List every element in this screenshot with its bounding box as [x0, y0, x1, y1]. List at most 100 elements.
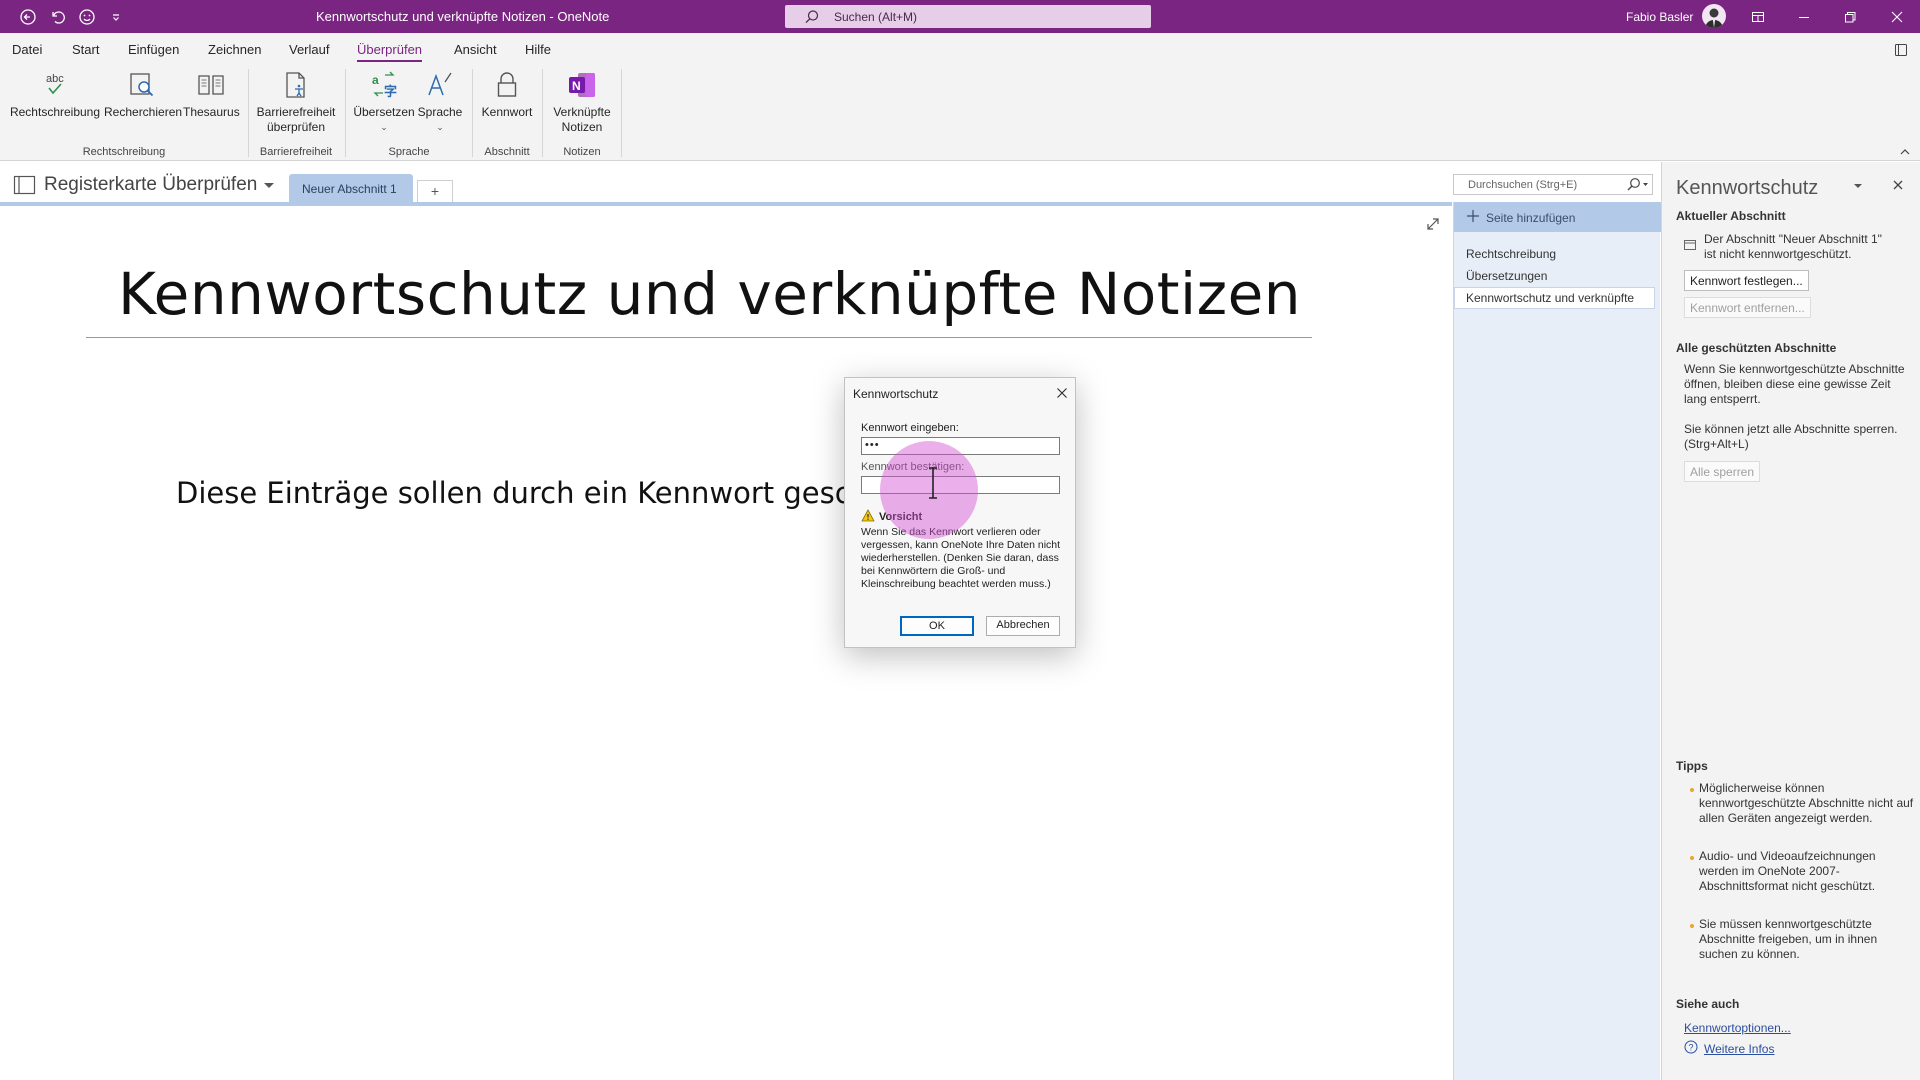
avatar[interactable]: [1702, 4, 1726, 28]
spelling-icon: abc: [39, 69, 71, 101]
page-search-input[interactable]: Durchsuchen (Strg+E): [1453, 174, 1653, 195]
linked-notes-button[interactable]: N Verknüpfte Notizen: [546, 69, 618, 135]
spelling-label: Rechtschreibung: [9, 105, 101, 119]
page-item[interactable]: Übersetzungen: [1466, 269, 1547, 283]
undo-icon[interactable]: [47, 7, 67, 27]
close-icon[interactable]: [1892, 179, 1904, 191]
group-label-section: Abschnitt: [484, 146, 530, 158]
thesaurus-label: Thesaurus: [183, 105, 240, 119]
linked-notes-label-2: Notizen: [561, 120, 603, 134]
add-page-button[interactable]: Seite hinzufügen: [1454, 202, 1661, 232]
search-placeholder: Suchen (Alt+M): [834, 10, 918, 24]
ribbon-display-options-icon[interactable]: [1750, 9, 1766, 25]
page-title[interactable]: Kennwortschutz und verknüpfte Notizen: [118, 260, 1301, 328]
tab-zeichnen[interactable]: Zeichnen: [208, 42, 261, 57]
customize-quick-access-icon[interactable]: [106, 7, 126, 27]
lock-icon: [491, 69, 523, 101]
password-options-link[interactable]: Kennwortoptionen...: [1684, 1021, 1791, 1035]
close-icon[interactable]: [1056, 387, 1068, 399]
search-icon[interactable]: [1626, 177, 1650, 193]
tips-heading: Tipps: [1676, 759, 1708, 773]
remove-password-button[interactable]: Kennwort entfernen...: [1684, 297, 1811, 318]
tab-ueberpruefen[interactable]: Überprüfen: [357, 42, 423, 62]
svg-text:a: a: [372, 73, 379, 87]
accessibility-label-2: überprüfen: [266, 120, 326, 134]
bullet-icon: [1690, 788, 1694, 792]
feedback-smiley-icon[interactable]: [77, 7, 97, 27]
cancel-button[interactable]: Abbrechen: [986, 616, 1060, 636]
more-info-link[interactable]: Weitere Infos: [1704, 1042, 1774, 1056]
window-title: Kennwortschutz und verknüpfte Notizen - …: [316, 9, 610, 24]
language-button[interactable]: Sprache ⌄: [414, 69, 466, 135]
task-pane-options-icon[interactable]: [1853, 182, 1863, 190]
language-label: Sprache: [417, 105, 463, 119]
plus-icon: [1466, 209, 1480, 223]
onenote-icon: N: [566, 69, 598, 101]
minimize-icon[interactable]: [1796, 9, 1812, 25]
page-list: Seite hinzufügen Rechtschreibung Überset…: [1453, 202, 1661, 1080]
tab-datei[interactable]: Datei: [12, 42, 42, 57]
all-protected-text: Wenn Sie kennwortgeschützte Abschnitte ö…: [1684, 362, 1905, 406]
translate-dropdown-icon: ⌄: [380, 122, 388, 132]
tab-hilfe[interactable]: Hilfe: [525, 42, 551, 57]
group-label-spelling: Rechtschreibung: [82, 146, 166, 158]
page-search-placeholder: Durchsuchen (Strg+E): [1468, 179, 1578, 191]
title-divider: [86, 337, 1312, 338]
note-body-text[interactable]: Diese Einträge sollen durch ein Kennwort…: [176, 476, 851, 510]
notebook-icon[interactable]: [13, 175, 37, 195]
restore-icon[interactable]: [1842, 9, 1858, 25]
ribbon: abc Rechtschreibung Recherchieren Thesau…: [0, 63, 1920, 161]
svg-text:abc: abc: [46, 73, 64, 85]
thesaurus-icon: [195, 69, 227, 101]
tab-verlauf[interactable]: Verlauf: [289, 42, 329, 57]
add-section-button[interactable]: +: [417, 180, 453, 202]
thesaurus-button[interactable]: Thesaurus: [183, 69, 240, 120]
all-protected-heading: Alle geschützten Abschnitte: [1676, 341, 1837, 355]
accessibility-label-1: Barrierefreiheit: [256, 105, 336, 119]
notebook-name[interactable]: Registerkarte Überprüfen: [44, 174, 257, 196]
lock-all-text: Sie können jetzt alle Abschnitte sperren…: [1684, 422, 1898, 451]
user-name[interactable]: Fabio Basler: [1626, 10, 1693, 24]
translate-icon: a字: [368, 69, 400, 101]
spelling-button[interactable]: abc Rechtschreibung: [9, 69, 101, 120]
page-item-active[interactable]: Kennwortschutz und verknüpfte: [1466, 291, 1634, 305]
linked-notes-label-1: Verknüpfte: [553, 105, 611, 119]
research-button[interactable]: Recherchieren: [104, 69, 182, 120]
search-icon: [804, 9, 820, 25]
section-tab[interactable]: Neuer Abschnitt 1: [289, 174, 413, 202]
see-also-heading: Siehe auch: [1676, 997, 1740, 1011]
tab-einfuegen[interactable]: Einfügen: [128, 42, 179, 57]
section-color-bar: [0, 202, 1452, 206]
group-separator: [472, 69, 473, 157]
back-icon[interactable]: [18, 7, 38, 27]
notebook-pane-icon[interactable]: [1893, 42, 1909, 58]
collapse-ribbon-icon[interactable]: [1899, 147, 1911, 157]
notebook-dropdown-icon[interactable]: [263, 182, 275, 190]
task-pane-title: Kennwortschutz: [1676, 177, 1819, 199]
password-button[interactable]: Kennwort: [477, 69, 537, 120]
section-tab-label: Neuer Abschnitt 1: [302, 182, 397, 196]
ok-button[interactable]: OK: [900, 616, 974, 636]
tab-start[interactable]: Start: [72, 42, 99, 57]
enter-password-label: Kennwort eingeben:: [861, 422, 959, 434]
group-separator: [248, 69, 249, 157]
group-label-notes: Notizen: [563, 146, 601, 158]
password-task-pane: Kennwortschutz Aktueller Abschnitt Der A…: [1661, 162, 1920, 1080]
translate-button[interactable]: a字 Übersetzen ⌄: [350, 69, 418, 135]
help-icon: ?: [1684, 1040, 1698, 1054]
accessibility-check-button[interactable]: Barrierefreiheit überprüfen: [252, 69, 340, 135]
research-icon: [126, 69, 158, 101]
group-separator: [345, 69, 346, 157]
close-icon[interactable]: [1889, 9, 1905, 25]
set-password-button[interactable]: Kennwort festlegen...: [1684, 270, 1809, 291]
page-item[interactable]: Rechtschreibung: [1466, 247, 1556, 261]
lock-all-button[interactable]: Alle sperren: [1684, 461, 1761, 482]
dialog-title: Kennwortschutz: [853, 387, 939, 401]
group-label-language: Sprache: [388, 146, 430, 158]
tip-item: Audio- und Videoaufzeichnungen werden im…: [1699, 849, 1876, 893]
tab-ansicht[interactable]: Ansicht: [454, 42, 497, 57]
search-box[interactable]: Suchen (Alt+M): [785, 5, 1151, 28]
notebook-bar: Registerkarte Überprüfen: [0, 162, 1452, 204]
expand-icon[interactable]: [1425, 216, 1441, 232]
language-dropdown-icon: ⌄: [436, 122, 444, 132]
